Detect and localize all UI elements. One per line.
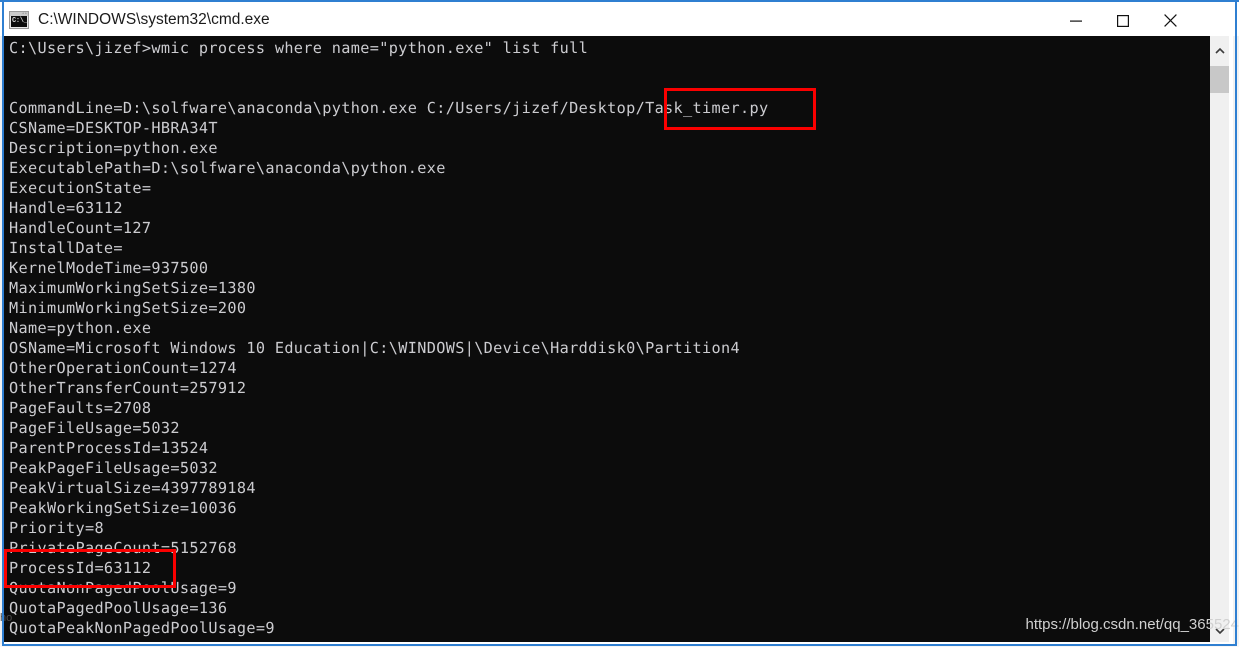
console-line: CommandLine=D:\solfware\anaconda\python.… (9, 99, 769, 117)
console-line: ProcessId=63112 (9, 559, 152, 577)
console-line: Description=python.exe (9, 139, 218, 157)
scroll-thumb[interactable] (1210, 66, 1229, 93)
console-line: Name=python.exe (9, 319, 152, 337)
minimize-button[interactable] (1053, 4, 1099, 37)
console-line: KernelModeTime=937500 (9, 259, 209, 277)
maximize-icon (1117, 14, 1129, 27)
console-icon: ▫▫ C:\_ (9, 11, 29, 29)
watermark-url: https://blog.csdn.net/qq_365524 (1025, 616, 1239, 633)
console-line: CSName=DESKTOP-HBRA34T (9, 119, 218, 137)
close-icon (1163, 14, 1177, 27)
console-icon-screen: C:\_ (11, 16, 28, 27)
console-line: ExecutablePath=D:\solfware\anaconda\pyth… (9, 159, 446, 177)
console-line: MaximumWorkingSetSize=1380 (9, 279, 256, 297)
vertical-scrollbar[interactable] (1210, 36, 1229, 642)
console-line: QuotaNonPagedPoolUsage=9 (9, 579, 237, 597)
cmd-window: ▫▫ C:\_ C:\WINDOWS\system32\cmd.exe C:\U… (0, 0, 1239, 647)
console-line: QuotaPagedPoolUsage=136 (9, 599, 228, 617)
console-line: HandleCount=127 (9, 219, 152, 237)
console-line: Priority=8 (9, 519, 104, 537)
console-line: MinimumWorkingSetSize=200 (9, 299, 247, 317)
window-left-gutter (0, 0, 2, 647)
console-line: PageFileUsage=5032 (9, 419, 180, 437)
maximize-button[interactable] (1100, 4, 1146, 37)
console-line: OSName=Microsoft Windows 10 Education|C:… (9, 339, 741, 357)
chevron-up-icon (1214, 47, 1225, 54)
console-line: OtherOperationCount=1274 (9, 359, 237, 377)
console-line: PageFaults=2708 (9, 399, 152, 417)
minimize-icon (1070, 20, 1082, 22)
window-right-gutter (1233, 0, 1239, 647)
console-line: C:\Users\jizef>wmic process where name="… (9, 39, 589, 57)
console-line: Handle=63112 (9, 199, 123, 217)
close-button[interactable] (1147, 4, 1193, 37)
window-title: C:\WINDOWS\system32\cmd.exe (38, 11, 270, 28)
watermark-ghost-text: ho (0, 612, 13, 624)
title-bar[interactable]: ▫▫ C:\_ C:\WINDOWS\system32\cmd.exe (0, 0, 1239, 36)
console-line: PeakVirtualSize=4397789184 (9, 479, 256, 497)
console-line: InstallDate= (9, 239, 123, 257)
console-line: PrivatePageCount=5152768 (9, 539, 237, 557)
console-line: OtherTransferCount=257912 (9, 379, 247, 397)
console-line: ParentProcessId=13524 (9, 439, 209, 457)
console-line: PeakWorkingSetSize=10036 (9, 499, 237, 517)
console-output-area[interactable]: C:\Users\jizef>wmic process where name="… (4, 36, 1210, 642)
console-text: C:\Users\jizef>wmic process where name="… (9, 38, 1209, 638)
console-line: PeakPageFileUsage=5032 (9, 459, 218, 477)
scroll-up-button[interactable] (1210, 41, 1229, 60)
console-line: ExecutionState= (9, 179, 152, 197)
